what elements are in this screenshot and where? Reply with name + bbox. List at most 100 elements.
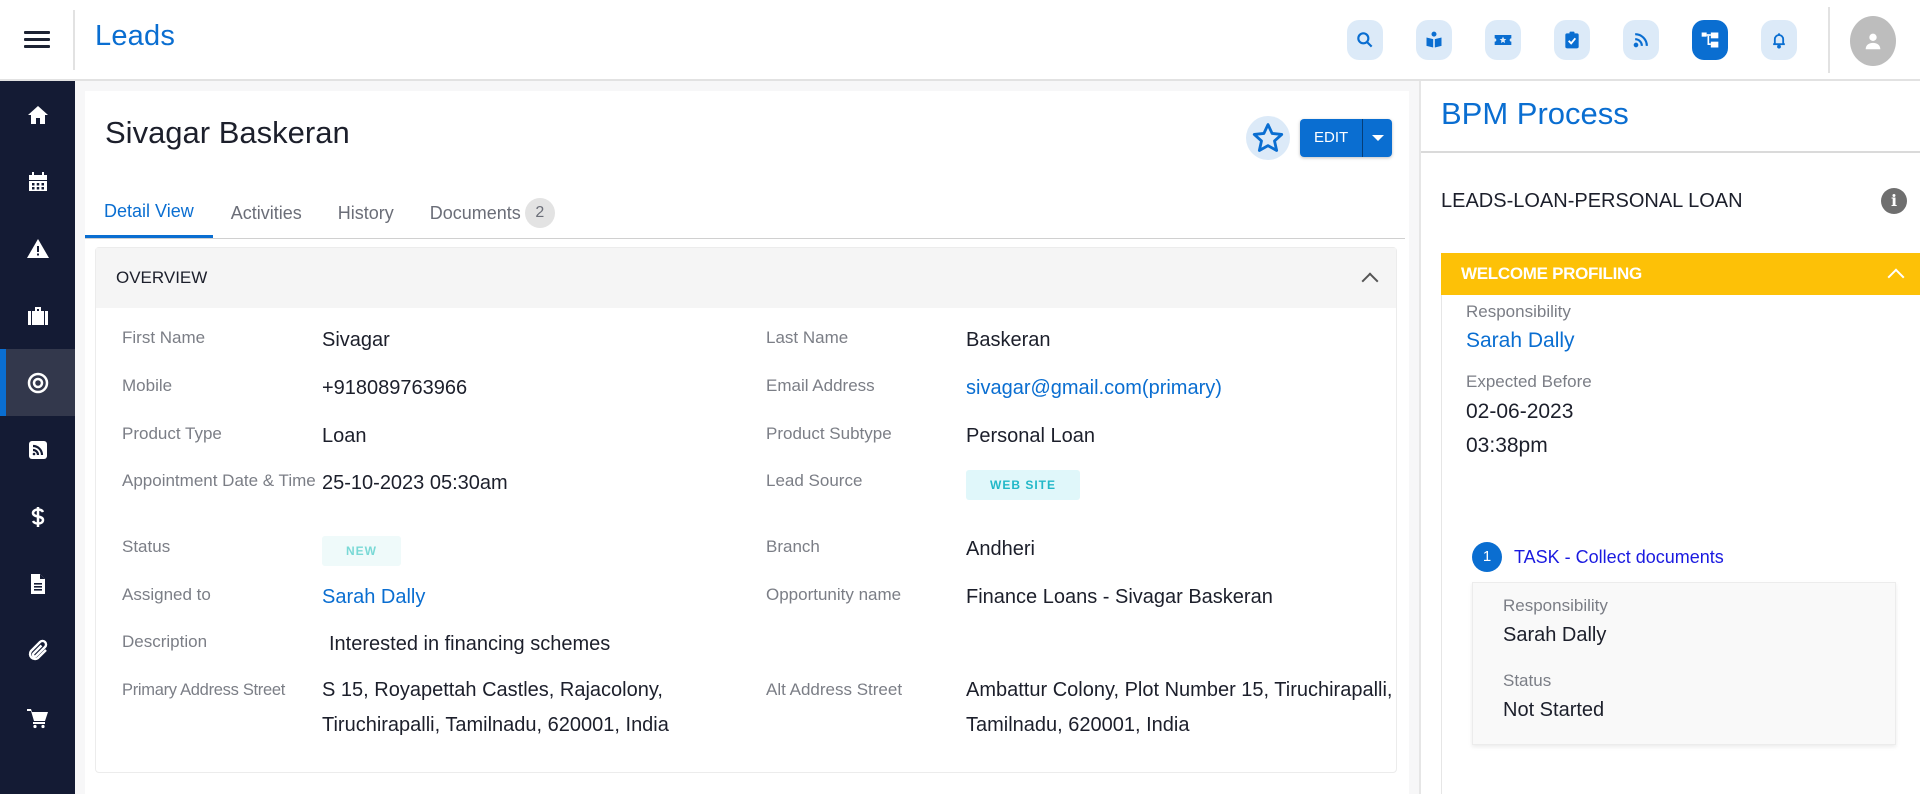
- rss-square-icon: [28, 440, 47, 459]
- nav-alerts[interactable]: [0, 215, 75, 282]
- process-tree-icon: [1701, 32, 1719, 48]
- divider: [1421, 151, 1920, 153]
- field-label: First Name: [122, 328, 206, 347]
- field-opportunity-name: Opportunity name Finance Loans - Sivagar…: [766, 582, 1406, 616]
- clipboard-check-icon: [1565, 31, 1579, 49]
- field-alt-address: Alt Address Street Ambattur Colony, Plot…: [766, 677, 1406, 743]
- nav-cases[interactable]: [0, 282, 75, 349]
- search-button[interactable]: [1347, 20, 1383, 60]
- field-label: Status: [122, 537, 171, 556]
- field-assigned-to: Assigned to Sarah Dally: [122, 582, 762, 616]
- star-icon: [1252, 123, 1284, 152]
- tab-label: Activities: [230, 202, 302, 223]
- field-value: Ambattur Colony, Plot Number 15, Tiruchi…: [966, 679, 1393, 736]
- lead-detail-panel: Sivagar Baskeran EDIT Detail View Activi…: [85, 91, 1409, 794]
- field-label: Product Subtype: [766, 424, 892, 443]
- bpm-process-panel: BPM Process LEADS-LOAN-PERSONAL LOAN i W…: [1419, 81, 1920, 794]
- field-label: Appointment Date & Time: [122, 471, 316, 490]
- target-icon: [27, 372, 48, 393]
- field-lead-source: Lead Source WEB SITE: [766, 468, 1406, 502]
- chevron-up-icon[interactable]: [1361, 272, 1379, 290]
- nav-home[interactable]: [0, 81, 75, 148]
- dollar-icon: [31, 506, 44, 527]
- warning-icon: [26, 238, 49, 258]
- field-label: Last Name: [766, 328, 849, 347]
- top-action-icons: [1347, 20, 1797, 60]
- field-value: +918089763966: [322, 377, 468, 399]
- nav-feeds[interactable]: [0, 416, 75, 483]
- tickets-button[interactable]: [1485, 20, 1521, 60]
- overview-title: OVERVIEW: [116, 268, 208, 287]
- search-icon: [1357, 32, 1373, 48]
- field-label: Branch: [766, 537, 820, 556]
- field-first-name: First Name Sivagar: [122, 325, 762, 359]
- briefcase-icon: [27, 306, 48, 325]
- tab-label: History: [337, 202, 394, 223]
- nav-documents[interactable]: [0, 550, 75, 617]
- expected-date: 02-06-2023: [1466, 400, 1574, 423]
- chevron-up-icon[interactable]: [1887, 268, 1905, 286]
- field-value: Baskeran: [966, 329, 1051, 351]
- documents-count-badge: 2: [524, 197, 555, 228]
- field-label: Description: [122, 632, 208, 651]
- home-icon: [27, 105, 48, 124]
- field-appointment-date: Appointment Date & Time 25-10-2023 05:30…: [122, 468, 762, 502]
- app-title: Leads: [95, 20, 176, 52]
- feed-button[interactable]: [1623, 20, 1659, 60]
- field-mobile: Mobile +918089763966: [122, 373, 762, 407]
- field-value: Loan: [322, 425, 367, 447]
- knowledge-button[interactable]: [1416, 20, 1452, 60]
- field-value-wrap: NEW: [322, 530, 762, 568]
- bpm-process-button[interactable]: [1692, 20, 1728, 60]
- nav-leads[interactable]: [0, 349, 75, 416]
- paperclip-icon: [28, 639, 47, 660]
- user-avatar[interactable]: [1850, 16, 1896, 66]
- field-email: Email Address sivagar@gmail.com(primary): [766, 373, 1406, 407]
- tab-documents[interactable]: Documents 2: [412, 187, 573, 238]
- overview-section: OVERVIEW First Name Sivagar Mobile +9180…: [95, 247, 1397, 773]
- stage-header[interactable]: WELCOME PROFILING: [1441, 253, 1920, 295]
- info-icon[interactable]: i: [1881, 188, 1907, 214]
- task-header[interactable]: 1 TASK - Collect documents: [1472, 542, 1724, 572]
- field-product-subtype: Product Subtype Personal Loan: [766, 421, 1406, 455]
- field-label: Opportunity name: [766, 585, 902, 604]
- nav-calendar[interactable]: [0, 148, 75, 215]
- field-value: Andheri: [966, 538, 1035, 560]
- lead-name-heading: Sivagar Baskeran: [105, 115, 350, 150]
- favorite-button[interactable]: [1246, 116, 1290, 160]
- divider: [1828, 7, 1830, 73]
- nav-cart[interactable]: [0, 684, 75, 751]
- hamburger-menu-icon[interactable]: [24, 28, 50, 50]
- rss-feed-icon: [1633, 33, 1648, 48]
- task-title-link[interactable]: TASK - Collect documents: [1514, 547, 1724, 568]
- calendar-icon: [28, 171, 47, 191]
- field-value: 25-10-2023 05:30am: [322, 472, 508, 494]
- edit-button[interactable]: EDIT: [1300, 119, 1363, 157]
- field-label: Primary Address Street: [122, 681, 286, 699]
- nav-finance[interactable]: [0, 483, 75, 550]
- lead-source-badge: WEB SITE: [966, 470, 1081, 500]
- task-responsibility-label: Responsibility: [1503, 596, 1608, 615]
- assigned-user-link[interactable]: Sarah Dally: [322, 578, 762, 616]
- divider: [73, 10, 75, 70]
- expected-before-label: Expected Before: [1466, 372, 1592, 391]
- tab-label: Detail View: [104, 201, 194, 221]
- bpm-panel-title: BPM Process: [1441, 96, 1629, 131]
- user-icon: [1865, 33, 1881, 50]
- overview-header[interactable]: OVERVIEW: [96, 248, 1396, 308]
- tab-detail-view[interactable]: Detail View: [85, 187, 213, 238]
- tab-history[interactable]: History: [320, 187, 412, 238]
- tab-activities[interactable]: Activities: [213, 187, 320, 238]
- nav-attachments[interactable]: [0, 617, 75, 684]
- tasks-button[interactable]: [1554, 20, 1590, 60]
- field-status: Status NEW: [122, 534, 762, 568]
- stage-responsibility-link[interactable]: Sarah Dally: [1466, 329, 1575, 353]
- email-link[interactable]: sivagar@gmail.com(primary): [966, 369, 1406, 407]
- task-status: Not Started: [1503, 699, 1605, 721]
- notifications-button[interactable]: [1761, 20, 1797, 60]
- book-reader-icon: [1426, 31, 1442, 48]
- field-label: Lead Source: [766, 471, 863, 490]
- edit-dropdown-button[interactable]: [1362, 119, 1393, 157]
- expected-time: 03:38pm: [1466, 434, 1548, 457]
- field-label: Mobile: [122, 376, 173, 395]
